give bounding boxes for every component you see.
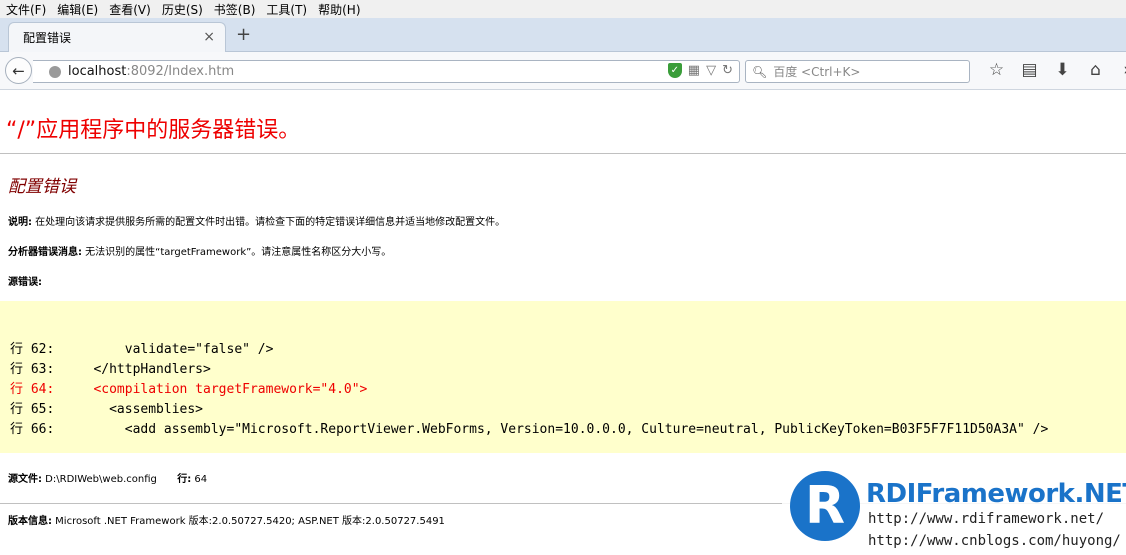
file-value: D:\RDIWeb\web.config: [42, 474, 157, 485]
source-code-box: 行 62: validate="false" /> 行 63: </httpHa…: [0, 301, 1126, 453]
watermark-url: http://www.rdiframework.net/: [868, 511, 1105, 527]
error-subtitle: 配置错误: [8, 177, 76, 197]
back-arrow-icon: ←: [12, 61, 25, 80]
watermark: R RDIFramework.NET http://www.rdiframewo…: [782, 465, 1126, 555]
menu-file[interactable]: 文件(F): [6, 1, 46, 18]
bookmark-star-icon[interactable]: ☆: [980, 60, 1013, 80]
divider: [0, 153, 1126, 154]
search-placeholder: 百度 <Ctrl+K>: [773, 65, 861, 79]
code-line-error: 行 64: <compilation targetFramework="4.0"…: [10, 382, 368, 397]
menu-bar: 文件(F) 编辑(E) 查看(V) 历史(S) 书签(B) 工具(T) 帮助(H…: [0, 0, 1126, 18]
home-icon[interactable]: ⌂: [1079, 60, 1112, 80]
source-file-info: 源文件: D:\RDIWeb\web.config 行: 64: [8, 470, 207, 485]
description: 说明: 在处理向该请求提供服务所需的配置文件时出错。请检查下面的特定错误详细信息…: [8, 213, 505, 228]
file-label: 源文件:: [8, 474, 42, 485]
url-host: localhost: [68, 64, 127, 79]
watermark-url: http://www.cnblogs.com/huyong/: [868, 533, 1121, 549]
page-title: “/”应用程序中的服务器错误。: [6, 118, 301, 143]
watermark-title: RDIFramework.NET: [866, 479, 1126, 509]
line-value: 64: [191, 474, 208, 485]
version-info: 版本信息: Microsoft .NET Framework 版本:2.0.50…: [8, 512, 445, 527]
tab-active[interactable]: 配置错误 ×: [8, 22, 226, 52]
source-label: 源错误:: [8, 277, 42, 288]
url-bar[interactable]: localhost:8092/Index.htm ✓ ▦ ▽ ↻: [33, 60, 740, 83]
menu-edit[interactable]: 编辑(E): [57, 1, 98, 18]
menu-bookmarks[interactable]: 书签(B): [214, 1, 256, 18]
dropdown-arrow-icon[interactable]: ▽: [706, 63, 716, 78]
back-button[interactable]: ←: [5, 57, 32, 84]
download-icon[interactable]: ⬇: [1046, 60, 1079, 80]
shield-icon[interactable]: ✓: [667, 63, 682, 78]
description-text: 在处理向该请求提供服务所需的配置文件时出错。请检查下面的特定错误详细信息并适当地…: [32, 217, 506, 228]
version-label: 版本信息:: [8, 516, 52, 527]
code-line: 行 65: <assemblies>: [10, 402, 204, 417]
menu-help[interactable]: 帮助(H): [318, 1, 360, 18]
line-label: 行:: [177, 474, 192, 485]
menu-view[interactable]: 查看(V): [109, 1, 151, 18]
tab-strip: 配置错误 × +: [0, 18, 1126, 52]
code-line: 行 66: <add assembly="Microsoft.ReportVie…: [10, 422, 1049, 437]
reload-icon[interactable]: ↻: [722, 63, 733, 78]
parser-label: 分析器错误消息:: [8, 247, 82, 258]
version-text: Microsoft .NET Framework 版本:2.0.50727.54…: [52, 516, 445, 527]
bookmarks-list-icon[interactable]: ▤: [1013, 60, 1046, 80]
search-input[interactable]: 🔍︎ 百度 <Ctrl+K>: [745, 60, 970, 83]
parser-text: 无法识别的属性“targetFramework”。请注意属性名称区分大小写。: [82, 247, 392, 258]
search-icon: 🔍︎: [752, 64, 768, 79]
menu-history[interactable]: 历史(S): [162, 1, 203, 18]
description-label: 说明:: [8, 217, 32, 228]
globe-icon: [49, 65, 61, 78]
tab-title: 配置错误: [23, 31, 72, 45]
code-line: 行 62: validate="false" />: [10, 342, 274, 357]
overflow-icon[interactable]: »: [1112, 60, 1126, 80]
nav-bar: localhost:8092/Index.htm ✓ ▦ ▽ ↻ ← 🔍︎ 百度…: [0, 52, 1126, 90]
url-path: :8092/Index.htm: [126, 64, 235, 79]
new-tab-button[interactable]: +: [236, 24, 251, 45]
parser-message: 分析器错误消息: 无法识别的属性“targetFramework”。请注意属性名…: [8, 243, 391, 258]
rdi-logo: R: [790, 471, 860, 541]
menu-tools[interactable]: 工具(T): [266, 1, 307, 18]
source-error-heading: 源错误:: [8, 273, 42, 288]
code-line: 行 63: </httpHandlers>: [10, 362, 211, 377]
qr-code-icon[interactable]: ▦: [688, 63, 700, 78]
close-icon[interactable]: ×: [203, 29, 215, 45]
